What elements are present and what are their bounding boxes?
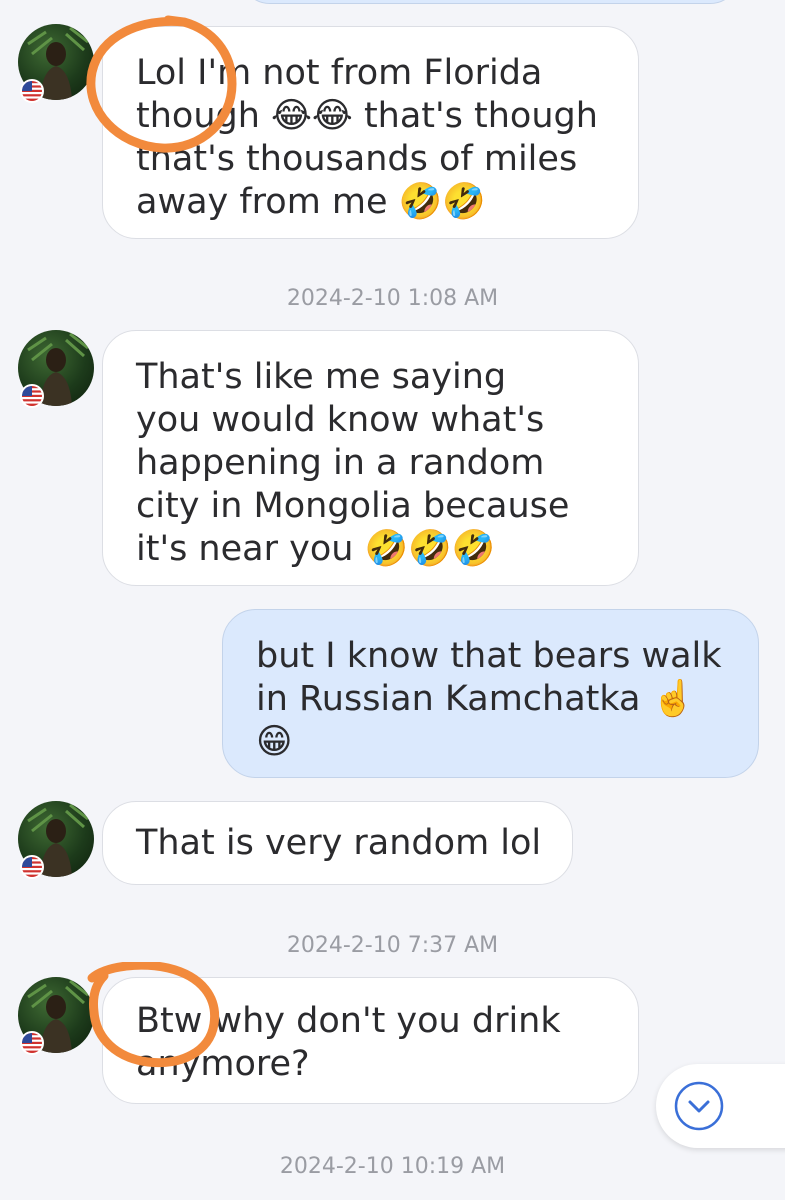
incoming-message-bubble[interactable]: That's like me saying you would know wha… [102, 330, 639, 586]
us-flag-icon [20, 384, 44, 408]
us-flag-icon [20, 79, 44, 103]
scroll-to-bottom-button[interactable] [656, 1064, 785, 1148]
outgoing-message-bubble[interactable]: but I know that bears walk in Russian Ka… [222, 609, 759, 778]
message-timestamp: 2024-2-10 1:08 AM [286, 286, 499, 311]
message-timestamp: 2024-2-10 7:37 AM [286, 933, 499, 958]
incoming-message-bubble[interactable]: Btw why don't you drink anymore? [102, 977, 639, 1104]
us-flag-icon [20, 1031, 44, 1055]
chevron-down-icon [674, 1081, 724, 1131]
previous-message-bubble-edge [240, 0, 740, 4]
incoming-message-bubble[interactable]: Lol I'm not from Florida though 😂😂 that'… [102, 26, 639, 239]
incoming-message-bubble[interactable]: That is very random lol [102, 801, 573, 885]
us-flag-icon [20, 855, 44, 879]
message-timestamp: 2024-2-10 10:19 AM [279, 1154, 506, 1179]
